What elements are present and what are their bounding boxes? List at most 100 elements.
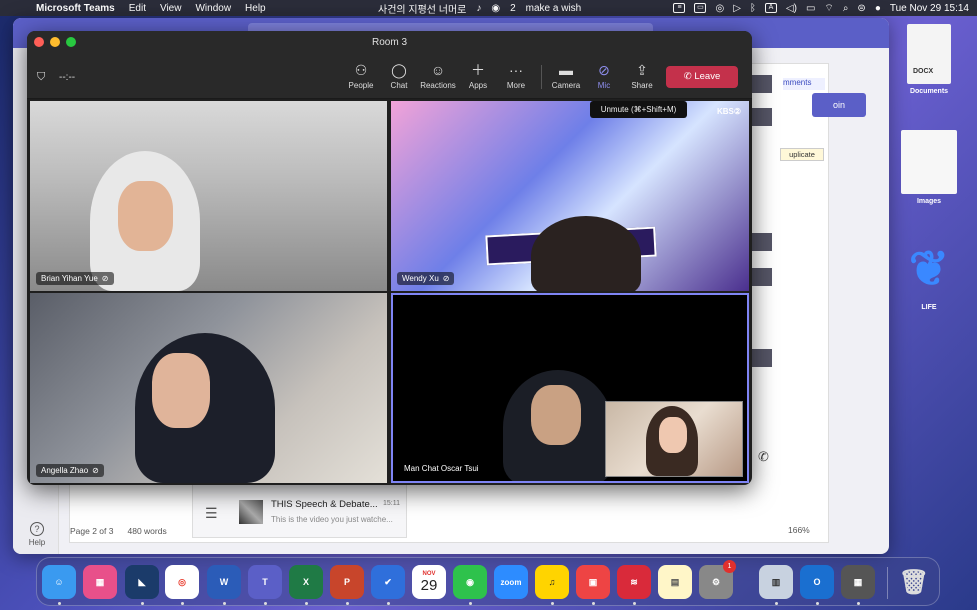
leave-button[interactable]: ✆ Leave [666,66,738,88]
more-icon: ··· [509,62,523,78]
call-timer: --:-- [59,72,76,83]
menu-help[interactable]: Help [245,3,266,14]
phone-icon[interactable]: ✆ [758,449,769,465]
make-a-wish-text[interactable]: make a wish [526,3,582,14]
dock: ☺ ▦ ◣ ◎ W T X P ✔ NOV 29 ◉ zoom ♫ ▣ ≋ ▤ … [36,557,940,606]
participant-face [118,181,173,251]
menu-edit[interactable]: Edit [129,3,146,14]
more-button[interactable]: ··· More [496,61,536,90]
running-indicator [264,602,267,605]
finder-icon[interactable]: ☺ [42,565,76,599]
app-icon[interactable]: ≋ [617,565,651,599]
call-window: Room 3 ⛉ --:-- ⚇ People ◯ Chat ☺ Reactions … [27,31,752,485]
outlook-icon[interactable]: O [800,565,834,599]
participant-name-tag: Man Chat Oscar Tsui [399,462,484,475]
trash-icon[interactable]: 🗑 [897,565,931,599]
mic-button[interactable]: ⊘ Mic [584,61,624,90]
play-icon[interactable]: ▷ [733,3,741,14]
app-icon[interactable]: ◣ [125,565,159,599]
running-indicator [223,602,226,605]
calendar-day: 29 [420,576,438,594]
menu-view[interactable]: View [160,3,182,14]
people-icon: ⚇ [354,62,368,78]
zoom-label: zoom [500,577,522,587]
chat-preview-card[interactable]: ☰ THIS Speech & Debate... 15:11 This is … [192,484,407,538]
running-indicator [305,602,308,605]
thumbnail [752,75,772,93]
menu-icon[interactable]: ☰ [205,505,218,522]
running-indicator [775,602,778,605]
powerpoint-icon[interactable]: P [330,565,364,599]
launchpad-icon[interactable]: ▦ [83,565,117,599]
siri-icon[interactable]: ● [875,3,881,14]
app-menu[interactable]: Microsoft Teams [36,3,115,14]
help-icon: ? [30,522,44,536]
document-status: Page 2 of 3 480 words [70,523,190,539]
thumbnail [752,233,772,251]
participant-name: Man Chat Oscar Tsui [404,464,479,473]
help-button[interactable]: ? Help [27,522,47,547]
wechat-status-icon[interactable]: ◉ [491,3,500,14]
participant-name: Angella Zhao [41,466,89,475]
word-icon[interactable]: W [207,565,241,599]
duplicate-tag: uplicate [780,148,824,161]
people-button[interactable]: ⚇ People [341,61,381,90]
battery-mini-icon[interactable]: ▭ [694,3,707,13]
chat-button[interactable]: ◯ Chat [379,61,419,90]
apps-button[interactable]: ＋ Apps [458,61,498,90]
camera-label: Camera [551,81,581,90]
input-source-icon[interactable]: A [764,3,777,13]
now-playing-text[interactable]: 사건의 지평선 너머로 [378,1,466,16]
video-tile-4[interactable]: Man Chat Oscar Tsui [391,293,749,483]
search-icon[interactable]: ⌕ [843,3,849,14]
help-label: Help [28,538,46,547]
camera-button[interactable]: ▬ Camera [546,61,586,90]
wifi-icon[interactable]: ⌔ [824,2,833,15]
mic-muted-icon: ⊘ [101,274,109,283]
photo-booth-icon[interactable]: ▣ [576,565,610,599]
self-view-video[interactable] [605,401,743,477]
chrome-icon[interactable]: ◎ [165,565,199,599]
camera-icon: ▬ [559,62,573,78]
record-icon[interactable]: ◎ [715,3,724,14]
participant-face [531,385,581,445]
running-indicator [387,602,390,605]
participant-name-tag: Angella Zhao ⊘ [36,464,104,477]
running-indicator [346,602,349,605]
calendar-icon[interactable]: NOV 29 [412,565,446,599]
status-icon[interactable]: ≡ [673,3,686,13]
images-icon [901,130,957,194]
music-app-icon[interactable]: ♫ [535,565,569,599]
running-indicator [633,602,636,605]
comments-tab[interactable]: mments [783,78,825,90]
excel-icon[interactable]: X [289,565,323,599]
video-tile-3[interactable]: Angella Zhao ⊘ [30,293,387,483]
wechat-icon[interactable]: ◉ [453,565,487,599]
desktop-icon-documents[interactable]: DOCX Documents [899,24,959,95]
teams-icon[interactable]: T [248,565,282,599]
zoom-level[interactable]: 166% [788,525,810,535]
desktop-icon-images[interactable]: Images [899,130,959,205]
leave-label: Leave [694,71,721,82]
bluetooth-icon[interactable]: ᛒ [750,3,756,14]
zoom-icon[interactable]: zoom [494,565,528,599]
call-controls: ⛉ --:-- ⚇ People ◯ Chat ☺ Reactions ＋ Apps ·… [27,55,752,99]
join-button[interactable]: oin [812,93,866,117]
notes-icon[interactable]: ▤ [658,565,692,599]
share-button[interactable]: ⇪ Share [622,61,662,90]
desktop-icon-label: Documents [909,88,949,95]
clock[interactable]: Tue Nov 29 15:14 [890,3,969,14]
word-count: 480 words [127,526,167,536]
video-tile-2[interactable]: KBS② Rea ue Wendy Xu ⊘ [391,101,749,291]
battery-icon[interactable]: ▭ [806,3,815,14]
calculator-icon[interactable]: ▦ [841,565,875,599]
music-icon[interactable]: ♪ [476,3,481,14]
reactions-button[interactable]: ☺ Reactions [418,61,458,90]
control-center-icon[interactable]: ⊜ [857,3,865,14]
menu-window[interactable]: Window [195,3,231,14]
volume-icon[interactable]: ◁) [786,3,797,14]
preview-icon[interactable]: ▥ [759,565,793,599]
desktop-icon-life[interactable]: ❦ LIFE [899,240,959,311]
video-tile-1[interactable]: Brian Yihan Yue ⊘ [30,101,387,291]
todo-icon[interactable]: ✔ [371,565,405,599]
